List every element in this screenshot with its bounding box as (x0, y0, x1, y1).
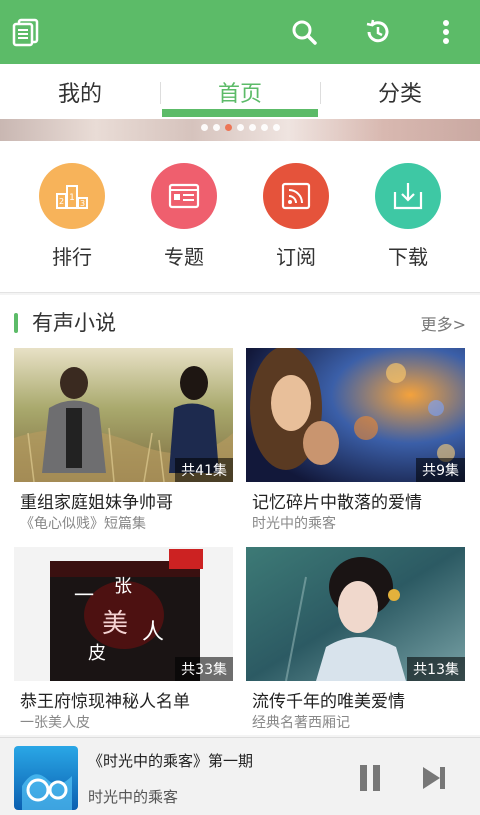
banner-carousel[interactable] (0, 119, 480, 141)
carousel-dot[interactable] (260, 124, 268, 131)
top-app-bar (0, 0, 480, 64)
album-subtitle: 《龟心似贱》短篇集 (20, 516, 146, 532)
now-playing-album: 时光中的乘客 (88, 788, 179, 806)
svg-text:美: 美 (102, 609, 128, 639)
episode-count-badge: 共9集 (416, 458, 465, 482)
album-title: 记忆碎片中散落的爱情 (252, 493, 422, 513)
pause-icon (360, 765, 380, 791)
topic-icon (151, 163, 217, 229)
search-icon[interactable] (284, 12, 324, 52)
album-cover-image: 一 张 美 人 皮 共33集 (14, 547, 233, 681)
svg-text:人: 人 (142, 620, 164, 645)
svg-text:3: 3 (80, 199, 85, 208)
episode-count-badge: 共13集 (407, 657, 465, 681)
subscribe-icon (263, 163, 329, 229)
section-accent-bar (14, 313, 18, 333)
tab-mine[interactable]: 我的 (0, 64, 160, 119)
svg-text:张: 张 (114, 576, 132, 597)
quick-nav-label: 专题 (164, 245, 204, 269)
active-tab-indicator (162, 109, 318, 117)
svg-text:一: 一 (74, 583, 94, 607)
quick-nav-download[interactable]: 下载 (348, 163, 468, 270)
library-icon[interactable] (6, 12, 46, 52)
carousel-dot[interactable] (200, 124, 208, 131)
more-icon[interactable] (426, 12, 466, 52)
section-title: 有声小说 (32, 311, 116, 335)
svg-text:2: 2 (59, 197, 64, 206)
carousel-dot-active[interactable] (224, 124, 232, 131)
ranking-icon: 1 2 3 (39, 163, 105, 229)
more-link[interactable]: 更多> (421, 311, 466, 335)
quick-nav: 1 2 3 排行 专题 订阅 下载 (0, 141, 480, 293)
skip-next-icon (423, 767, 445, 789)
quick-nav-label: 下载 (388, 245, 428, 269)
svg-text:1: 1 (69, 193, 75, 203)
album-subtitle: 时光中的乘客 (252, 516, 336, 532)
album-cover-image: 共13集 (246, 547, 465, 681)
album-card[interactable]: 共13集 流传千年的唯美爱情 经典名著西厢记 (246, 547, 465, 735)
album-title: 流传千年的唯美爱情 (252, 692, 405, 712)
quick-nav-label: 订阅 (276, 245, 316, 269)
episode-count-badge: 共41集 (175, 458, 233, 482)
album-title: 恭王府惊现神秘人名单 (20, 692, 190, 712)
album-cover-image: 共41集 (14, 348, 233, 482)
carousel-dots (0, 124, 480, 131)
mini-player[interactable]: 《时光中的乘客》第一期 时光中的乘客 (0, 737, 480, 815)
quick-nav-topic[interactable]: 专题 (124, 163, 244, 270)
download-icon (375, 163, 441, 229)
now-playing-cover (14, 746, 78, 810)
carousel-dot[interactable] (272, 124, 280, 131)
episode-count-badge: 共33集 (175, 657, 233, 681)
album-subtitle: 经典名著西厢记 (252, 715, 350, 731)
album-title: 重组家庭姐妹争帅哥 (20, 493, 173, 513)
quick-nav-label: 排行 (52, 245, 92, 269)
pause-button[interactable] (352, 760, 388, 796)
album-cover-image: 共9集 (246, 348, 465, 482)
carousel-dot[interactable] (248, 124, 256, 131)
album-card[interactable]: 共41集 重组家庭姐妹争帅哥 《龟心似贱》短篇集 (14, 348, 233, 536)
carousel-dot[interactable] (212, 124, 220, 131)
history-icon[interactable] (358, 12, 398, 52)
quick-nav-ranking[interactable]: 1 2 3 排行 (12, 163, 132, 270)
carousel-dot[interactable] (236, 124, 244, 131)
quick-nav-subscribe[interactable]: 订阅 (236, 163, 356, 270)
album-card[interactable]: 一 张 美 人 皮 共33集 恭王府惊现神秘人名单 一张美人皮 (14, 547, 233, 735)
svg-text:皮: 皮 (88, 643, 106, 664)
album-card[interactable]: 共9集 记忆碎片中散落的爱情 时光中的乘客 (246, 348, 465, 536)
now-playing-title: 《时光中的乘客》第一期 (88, 752, 254, 770)
audio-novel-section: 有声小说 更多> 共41集 重组家庭姐妹争帅哥 《龟心似贱》短篇集 共9集 记忆… (0, 295, 480, 735)
next-button[interactable] (416, 760, 452, 796)
album-subtitle: 一张美人皮 (20, 715, 90, 731)
tab-category[interactable]: 分类 (320, 64, 480, 119)
